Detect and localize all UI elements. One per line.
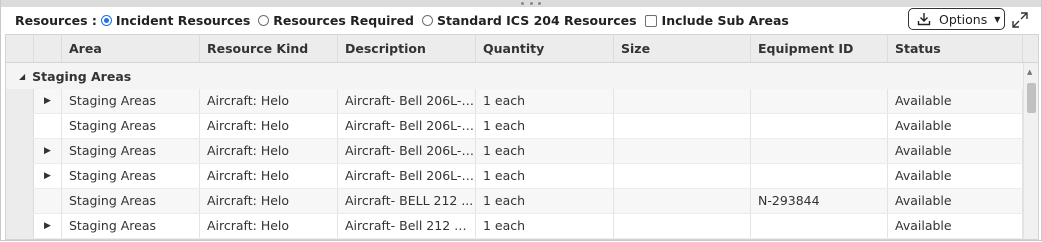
row-gutter [6,214,34,238]
cell-resource-kind: Aircraft: Helo [200,89,338,113]
radio-button[interactable] [422,15,433,26]
column-header-description[interactable]: Description [338,35,476,62]
caret-right-icon[interactable]: ▶ [34,164,62,188]
column-header-quantity[interactable]: Quantity [476,35,614,62]
radio-label: Incident Resources [115,13,251,28]
cell-size [614,89,751,113]
caret-down-icon[interactable]: ◢ [19,72,25,81]
table-row[interactable]: ▶ Staging Areas Aircraft: Helo Aircraft- Be… [6,164,1023,189]
column-header-equipment-id[interactable]: Equipment ID [751,35,888,62]
scrollbar-thumb[interactable] [1027,83,1036,113]
cell-quantity: 1 each [476,139,614,163]
checkbox[interactable] [644,14,657,27]
table-row[interactable]: ▶ Staging Areas Aircraft: Helo Aircraft- Be… [6,214,1023,239]
cell-resource-kind: Aircraft: Helo [200,114,338,138]
cell-status: Available [888,214,1023,238]
caret-right-icon[interactable]: ▶ [34,214,62,238]
cell-area: Staging Areas [62,164,200,188]
column-header-status[interactable]: Status [888,35,1023,62]
table-row[interactable]: Staging Areas Aircraft: Helo Aircraft- Bel… [6,114,1023,139]
table-row[interactable]: ▶ Staging Areas Aircraft: Helo Aircraft- Be… [6,139,1023,164]
table-row[interactable]: ▶ Staging Areas Aircraft: Helo Aircraft- Be… [6,89,1023,114]
cell-size [614,139,751,163]
chevron-down-icon: ▼ [994,14,1001,24]
cell-description: Aircraft- Bell 206L-1... [338,114,476,138]
cell-equipment-id: N-293844 [751,189,888,213]
row-expander-empty [34,189,62,213]
cell-status: Available [888,164,1023,188]
caret-right-icon[interactable]: ▶ [34,139,62,163]
grip-dots-icon[interactable] [521,1,541,6]
header-gutter [6,35,34,62]
column-header-area[interactable]: Area [62,35,200,62]
cell-quantity: 1 each [476,89,614,113]
cell-equipment-id [751,89,888,113]
column-header-resource-kind[interactable]: Resource Kind [200,35,338,62]
cell-quantity: 1 each [476,114,614,138]
cell-description: Aircraft- Bell 206L-4... [338,164,476,188]
panel-resize-handle[interactable] [1,0,1041,7]
caret-right-icon[interactable]: ▶ [34,89,62,113]
row-gutter [6,89,34,113]
row-gutter [6,164,34,188]
radio-resources-required[interactable]: Resources Required [258,13,414,28]
cell-equipment-id [751,214,888,238]
cell-size [614,164,751,188]
row-gutter [6,189,34,213]
vertical-scrollbar[interactable]: ▲ [1023,63,1038,239]
radio-button[interactable] [100,15,112,26]
options-button[interactable]: Options ▼ [908,8,1005,30]
download-icon [917,12,931,26]
cell-size [614,214,751,238]
header-expander [34,35,62,62]
cell-size [614,114,751,138]
radio-label: Resources Required [273,13,414,28]
cell-status: Available [888,139,1023,163]
cell-description: Aircraft- Bell 212 H... [338,214,476,238]
cell-description: Aircraft- BELL 212 ... [338,189,476,213]
cell-quantity: 1 each [476,214,614,238]
cell-status: Available [888,114,1023,138]
resources-grid: Area Resource Kind Description Quantity … [5,34,1039,240]
cell-resource-kind: Aircraft: Helo [200,214,338,238]
radio-incident-resources[interactable]: Incident Resources [100,13,251,28]
group-row-staging-areas[interactable]: ◢ Staging Areas [6,63,1023,89]
cell-area: Staging Areas [62,214,200,238]
cell-quantity: 1 each [476,164,614,188]
cell-status: Available [888,89,1023,113]
column-header-size[interactable]: Size [614,35,751,62]
radio-standard-ics-204-resources[interactable]: Standard ICS 204 Resources [422,13,637,28]
cell-resource-kind: Aircraft: Helo [200,189,338,213]
checkbox-label: Include Sub Areas [661,13,789,28]
cell-description: Aircraft- Bell 206L-1... [338,89,476,113]
cell-area: Staging Areas [62,189,200,213]
table-row[interactable]: Staging Areas Aircraft: Helo Aircraft- BEL… [6,189,1023,214]
cell-area: Staging Areas [62,89,200,113]
cell-size [614,189,751,213]
expand-icon[interactable] [1011,11,1029,29]
radio-button[interactable] [258,15,270,26]
cell-equipment-id [751,139,888,163]
scroll-up-icon[interactable]: ▲ [1027,68,1032,76]
resources-toolbar: Resources : Incident Resources Resources… [1,7,1041,34]
cell-area: Staging Areas [62,114,200,138]
group-label: Staging Areas [32,68,132,84]
radio-label: Standard ICS 204 Resources [437,13,637,28]
cell-description: Aircraft- Bell 206L-3... [338,139,476,163]
row-gutter [6,139,34,163]
cell-status: Available [888,189,1023,213]
cell-resource-kind: Aircraft: Helo [200,139,338,163]
resources-label: Resources : [15,13,97,28]
row-gutter [6,114,34,138]
grid-header: Area Resource Kind Description Quantity … [6,35,1038,63]
resources-panel: Resources : Incident Resources Resources… [0,0,1042,241]
cell-quantity: 1 each [476,189,614,213]
row-expander-empty [34,114,62,138]
cell-resource-kind: Aircraft: Helo [200,164,338,188]
cell-equipment-id [751,114,888,138]
include-sub-areas-checkbox[interactable]: Include Sub Areas [644,13,789,28]
cell-equipment-id [751,164,888,188]
options-label: Options [939,11,988,27]
cell-area: Staging Areas [62,139,200,163]
